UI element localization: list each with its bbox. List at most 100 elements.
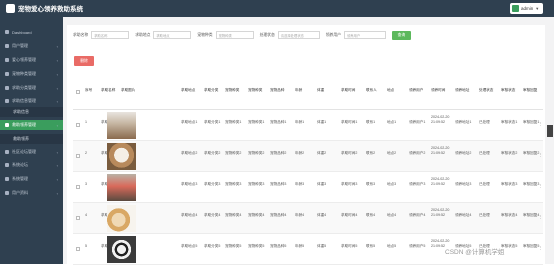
cell-age: 年龄4 [295, 213, 305, 217]
column-header: 领养时间 [431, 88, 446, 92]
chevron-icon: ‹ [56, 122, 58, 128]
search-label: 处理状态 [259, 32, 275, 37]
cell-user: 领养用户4 [409, 213, 426, 217]
row-actions-icon[interactable]: ⋮ [539, 215, 543, 219]
search-label: 领养用户 [325, 32, 341, 37]
cell-user: 领养用户1 [409, 120, 426, 124]
cell-addr: 领养地址3 [455, 182, 472, 186]
search-input[interactable]: 宠物种类 [215, 31, 254, 39]
cell-user: 领养用户3 [409, 182, 426, 186]
cell-weight: 体重5 [317, 244, 327, 248]
cell-breed2: 宠物品种5 [270, 244, 287, 248]
column-header: 地点 [387, 88, 395, 92]
cell-age: 年龄1 [295, 120, 305, 124]
sidebar-item[interactable]: 求助分类管理 ‹ [0, 83, 63, 93]
sidebar-subitem[interactable]: 求助信息 [0, 107, 63, 117]
cell-age: 年龄3 [295, 182, 305, 186]
sidebar-item-label: 救助领养管理 [12, 122, 36, 127]
cell-status: 已处理 [479, 213, 490, 217]
cell-audit: 审核状态4 [501, 213, 518, 217]
cell-breed1: 宠物种类4 [248, 213, 265, 217]
sidebar-item[interactable]: 系统论坛 ‹ [0, 160, 63, 170]
table-row: 4求助名称4求助地点4求助分类4宠物种类4宠物种类4宠物品种4年龄4体重4求助时… [73, 203, 543, 234]
sidebar-item[interactable]: 求助信息管理 ‹ [0, 96, 63, 106]
table-row: 1求助名称1求助地点1求助分类1宠物种类1宠物种类1宠物品种1年龄1体重1求助时… [73, 110, 543, 141]
home-icon [5, 30, 9, 34]
row-checkbox[interactable] [76, 216, 80, 220]
cell-time: 求助时间5 [341, 244, 358, 248]
cell-time: 求助时间1 [341, 120, 358, 124]
cell-cat: 求助分类1 [204, 120, 221, 124]
chevron-icon: ‹ [56, 190, 58, 196]
search-button[interactable]: 查询 [391, 30, 411, 40]
search-input[interactable]: 求助名称 [91, 31, 130, 39]
cell-weight: 体重1 [317, 120, 327, 124]
row-actions-icon[interactable]: ⋮ [539, 122, 543, 126]
row-actions-icon[interactable]: ⋮ [539, 184, 543, 188]
chevron-icon: ‹ [56, 149, 58, 155]
forum-icon [5, 163, 9, 167]
cell-place: 地点3 [387, 182, 397, 186]
cell-date: 2024-02-20 21:09:52 [431, 146, 450, 155]
cell-breed2: 宠物品种4 [270, 213, 287, 217]
column-header: 体重 [317, 88, 325, 92]
sidebar-item[interactable]: 救助领养管理 ‹ [0, 120, 63, 130]
column-header: 领养用户 [409, 88, 424, 92]
cell-type: 宠物种类2 [225, 151, 242, 155]
cell-cat: 求助分类3 [204, 182, 221, 186]
column-header: 审核状态 [501, 88, 516, 92]
row-actions-icon[interactable]: ⋮ [539, 246, 543, 250]
sidebar-item-label: 用户资料 [12, 190, 28, 195]
sidebar-item-label: 用户管理 [12, 43, 28, 48]
sidebar-item[interactable]: 爱心领养管理 ‹ [0, 55, 63, 65]
search-bar: 求助名称 求助名称 求助地点 求助地点 宠物种类 宠物种类 处理状态 请选择处理状态 领养用户领… [73, 29, 411, 41]
sidebar-item-label: 爱心领养管理 [12, 57, 36, 62]
sidebar-item[interactable]: 用户资料 ‹ [0, 188, 63, 198]
pet-photo [107, 112, 136, 139]
row-checkbox[interactable] [76, 154, 80, 158]
cell-cat: 求助分类5 [204, 244, 221, 248]
chevron-icon: ‹ [56, 176, 58, 182]
search-input[interactable]: 领养用户 [343, 31, 386, 39]
row-actions-icon[interactable]: ⋮ [539, 153, 543, 157]
row-checkbox[interactable] [76, 247, 80, 251]
cell-cat: 求助分类4 [204, 213, 221, 217]
pet-photo [107, 143, 136, 170]
sidebar-item[interactable]: 宠物种类管理 ‹ [0, 69, 63, 79]
cell-user: 领养用户2 [409, 151, 426, 155]
user-menu[interactable]: admin ▼ [510, 3, 543, 14]
sidebar-item[interactable]: Dashboard [0, 27, 63, 37]
cell-audit: 审核状态3 [501, 182, 518, 186]
status-select[interactable]: 请选择处理状态 [277, 31, 320, 39]
row-checkbox[interactable] [76, 185, 80, 189]
cell-audit: 审核状态1 [501, 120, 518, 124]
chevron-icon: ‹ [56, 98, 58, 104]
cell-contact: 联系5 [366, 244, 376, 248]
search-input[interactable]: 求助地点 [153, 31, 192, 39]
cell-contact: 联系2 [366, 151, 376, 155]
sidebar-item[interactable]: 系统管理 ‹ [0, 174, 63, 184]
chevron-down-icon: ▼ [535, 6, 540, 11]
cell-weight: 体重2 [317, 151, 327, 155]
sidebar-item[interactable]: 社区论坛管理 ‹ [0, 147, 63, 157]
cell-age: 年龄5 [295, 244, 305, 248]
delete-button[interactable]: 删除 [74, 56, 94, 66]
sidebar-item[interactable]: 用户管理 ‹ [0, 41, 63, 51]
row-checkbox[interactable] [76, 123, 80, 127]
cell-type: 宠物种类4 [225, 213, 242, 217]
column-header: 处理状态 [479, 88, 494, 92]
cell-status: 已处理 [479, 120, 490, 124]
search-label: 求助地点 [135, 32, 151, 37]
sidebar-item-label: 系统管理 [12, 176, 28, 181]
column-header: 领养地址 [455, 88, 470, 92]
chevron-icon: ‹ [56, 43, 58, 49]
cell-time: 求助时间4 [341, 213, 358, 217]
table-row: 3求助名称3求助地点3求助分类3宠物种类3宠物种类3宠物品种3年龄3体重3求助时… [73, 172, 543, 203]
select-all-checkbox[interactable] [76, 90, 80, 94]
gear-icon [5, 177, 9, 181]
chevron-icon: ‹ [56, 71, 58, 77]
avatar [512, 5, 519, 12]
scrollbar[interactable] [547, 125, 553, 137]
table-header: 序号 求助名称 求助图片 求助地点 求助分类 宠物种类 宠物种类 宠物品种 年龄 体重 求助时间 联系… [73, 74, 543, 110]
sidebar-subitem[interactable]: 救助领养 [0, 134, 63, 144]
